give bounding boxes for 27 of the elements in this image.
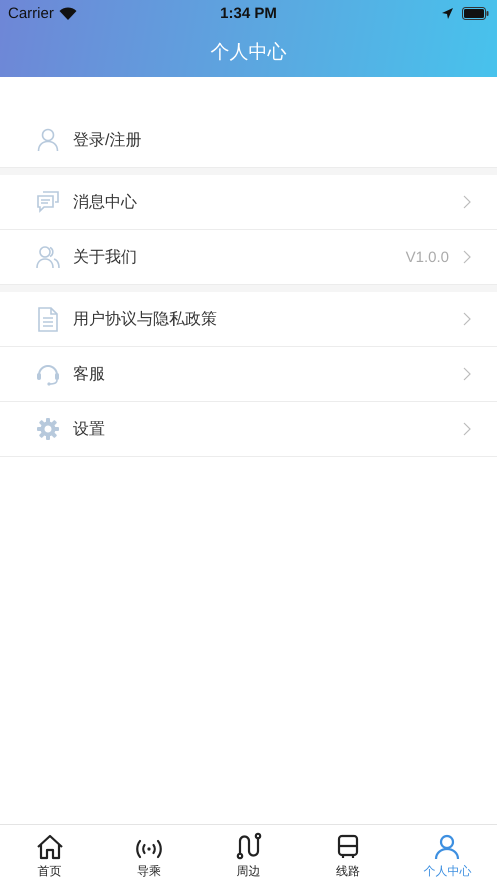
menu-label: 登录/注册: [73, 130, 142, 150]
wifi-icon: [58, 6, 77, 20]
home-icon: [36, 834, 64, 860]
menu-label: 设置: [73, 420, 106, 440]
clock-time: 1:34 PM: [220, 4, 277, 22]
menu-label: 用户协议与隐私政策: [73, 310, 218, 330]
version-label: V1.0.0: [406, 248, 449, 266]
page-title: 个人中心: [210, 40, 286, 64]
battery-icon: [462, 6, 490, 20]
document-icon: [38, 306, 58, 332]
tab[interactable]: 导乘: [99, 825, 199, 883]
tab[interactable]: 周边: [198, 825, 298, 883]
route-icon: [234, 832, 263, 860]
people-icon: [36, 245, 60, 269]
gear-icon: [37, 418, 59, 440]
menu-label: 客服: [73, 364, 106, 384]
signal-icon: [135, 838, 164, 860]
menu-label: 消息中心: [73, 192, 138, 212]
tab[interactable]: 线路: [298, 825, 398, 883]
tab[interactable]: 首页: [0, 825, 100, 883]
location-arrow-icon: [442, 8, 454, 18]
person-icon: [37, 128, 59, 152]
person-icon: [434, 834, 460, 860]
headset-icon: [36, 362, 60, 386]
carrier-label: Carrier: [8, 4, 54, 22]
menu-label: 关于我们: [73, 248, 138, 268]
chat-icon: [36, 191, 60, 213]
